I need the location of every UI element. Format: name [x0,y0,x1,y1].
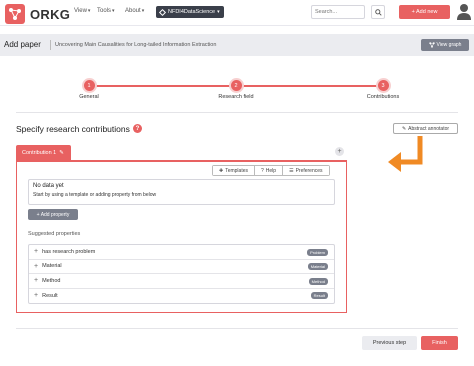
suggested-property-item[interactable]: + has research problem Problem [29,245,334,260]
help-button[interactable]: ? Help [255,166,284,175]
step-connector [89,85,236,87]
abstract-annotator-label: Abstract annotator [408,125,450,132]
knowledge-graph-selector[interactable]: NFDI4DataScience ▾ [156,6,224,18]
user-icon[interactable] [456,3,472,21]
empty-state-text: Start by using a template or adding prop… [33,192,157,198]
templates-button[interactable]: ✚ Templates [213,166,255,175]
suggested-property-item[interactable]: + Material Material [29,260,334,274]
diamond-icon [158,8,167,16]
suggested-properties-list: + has research problem Problem + Materia… [28,244,335,304]
section-title: Specify research contributions [16,124,130,134]
nav-tools-label: Tools [97,8,112,14]
suggested-properties-label: Suggested properties [28,231,81,237]
pencil-icon: ✎ [401,125,407,132]
previous-step-button[interactable]: Previous step [362,336,417,350]
search-input[interactable] [311,5,365,19]
property-type-badge: Material [307,263,328,270]
property-type-badge: Result [310,292,328,299]
nav-about-menu[interactable]: About▾ [125,8,144,14]
empty-state-title: No data yet [33,183,64,189]
graph-icon [428,42,435,48]
preferences-button[interactable]: ☰ Preferences [283,166,329,175]
step-2-indicator[interactable]: 2 [230,80,242,91]
property-type-badge: Method [308,277,328,285]
orkg-logo[interactable]: ORKG [4,3,70,25]
sliders-icon: ☰ [289,167,294,174]
chevron-down-icon: ▾ [141,8,145,14]
search-button[interactable] [371,5,385,19]
suggested-property-item[interactable]: + Method Method [29,274,334,289]
navbar: ORKG View▾ Tools▾ About▾ NFDI4DataScienc… [0,0,474,26]
preferences-label: Preferences [295,167,323,174]
empty-state-box: No data yet Start by using a template or… [28,179,335,205]
property-type-badge: Problem [307,248,328,256]
nav-about-label: About [125,8,141,14]
add-new-button[interactable]: + Add new [399,5,450,19]
step-3-label: Contributions [366,94,400,100]
plus-icon: + [34,292,39,300]
abstract-annotator-button[interactable]: ✎ Abstract annotator [393,123,458,134]
plus-icon: + [34,248,39,256]
contribution-tab[interactable]: Contribution 1 ✎ [16,145,71,160]
suggested-property-label: has research problem [42,248,96,255]
page-title: Add paper [4,40,41,49]
orkg-logo-icon [5,4,25,24]
finish-button[interactable]: Finish [421,336,458,350]
view-graph-label: View graph [436,42,462,48]
plus-icon: + [34,277,39,285]
chevron-down-icon: ▾ [112,8,115,14]
chevron-down-icon: ▾ [87,8,91,14]
question-icon: ? [261,167,264,174]
nav-tools-menu[interactable]: Tools▾ [97,8,115,14]
contribution-tab-label: Contribution 1 [22,149,57,156]
view-graph-button[interactable]: View graph [421,39,469,51]
page-header: Add paper Uncovering Main Causalities fo… [0,34,474,56]
step-1-indicator[interactable]: 1 [83,80,95,91]
pencil-icon[interactable]: ✎ [59,150,64,156]
help-icon[interactable]: ? [133,124,142,133]
chevron-down-icon: ▾ [217,9,220,15]
help-label: Help [265,167,277,174]
add-contribution-button[interactable]: + [335,147,344,156]
suggested-property-label: Method [42,277,61,284]
templates-label: Templates [225,167,248,174]
search-icon [374,8,382,16]
nav-view-label: View [74,8,87,14]
suggested-property-item[interactable]: + Result Result [29,289,334,304]
contribution-toolbar: ✚ Templates ? Help ☰ Preferences [212,165,330,176]
logo-text: ORKG [30,6,71,22]
kg-badge-label: NFDI4DataScience [168,9,216,15]
step-2-label: Research field [218,94,254,100]
step-connector [236,85,383,87]
paper-title-subtitle: Uncovering Main Causalities for Long-tai… [50,40,216,50]
step-1-label: General [79,94,99,100]
add-property-button[interactable]: + Add property [28,209,78,220]
plus-icon: + [34,262,39,270]
divider [16,328,458,329]
suggested-property-label: Material [42,263,62,270]
nav-view-menu[interactable]: View▾ [74,8,90,14]
divider [16,112,458,113]
puzzle-icon: ✚ [219,167,224,174]
pointer-arrow-icon [388,136,423,172]
step-3-indicator[interactable]: 3 [377,80,389,91]
suggested-property-label: Result [42,292,58,299]
